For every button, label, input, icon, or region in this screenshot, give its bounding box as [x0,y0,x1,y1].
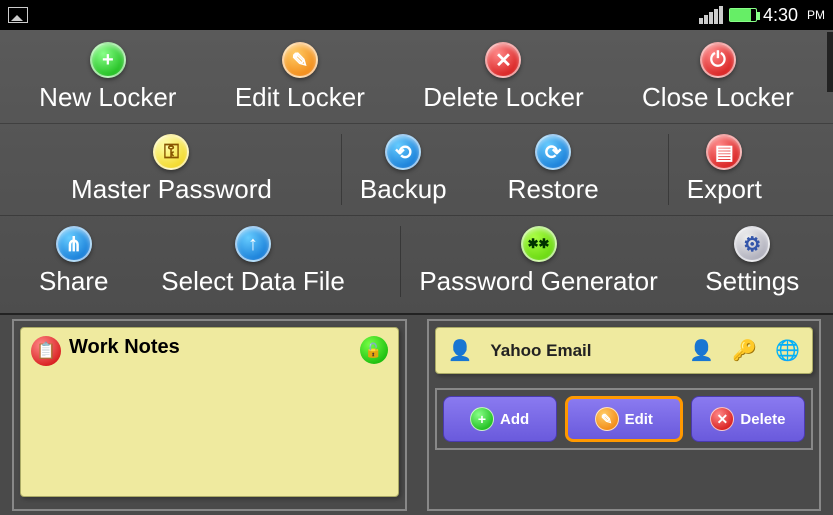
battery-icon [729,8,757,22]
person-icon: 👤 [689,338,714,363]
account-icon: 👤 [448,338,473,363]
pencil-icon: ✎ [282,42,318,78]
menu-label: Settings [705,266,799,297]
menu-label: Share [39,266,108,297]
menu-row-2: ⚿ Master Password ⟲ Backup ⟳ Restore ▤ E… [0,123,833,209]
unlock-icon: 🔓 [360,336,388,364]
button-label: Add [500,411,529,428]
settings-button[interactable]: ⚙ Settings [705,226,799,297]
note-card-work-notes[interactable]: 📋 Work Notes 🔓 [20,327,399,497]
accent-bar [827,32,833,92]
lock-stars-icon: ✱✱ [521,226,557,262]
key-icon: 🔑 [732,338,757,363]
close-locker-button[interactable]: ⏻ Close Locker [642,42,794,113]
menu-row-1: + New Locker ✎ Edit Locker ✕ Delete Lock… [0,38,833,117]
picture-icon [8,7,28,23]
account-button-bar: + Add ✎ Edit ✕ Delete [435,388,814,450]
gear-icon: ⚙ [734,226,770,262]
menu-label: Delete Locker [423,82,583,113]
menu-label: Master Password [71,174,272,205]
menu-panel: + New Locker ✎ Edit Locker ✕ Delete Lock… [0,30,833,315]
key-icon: ⚿ [153,134,189,170]
clock-period: PM [807,8,825,22]
share-button[interactable]: ⋔ Share [34,226,114,297]
master-password-button[interactable]: ⚿ Master Password [71,134,272,205]
up-arrow-icon: ↑ [235,226,271,262]
signal-icon [699,6,723,24]
plus-icon: + [470,407,494,431]
globe-icon: 🌐 [775,338,800,363]
button-label: Delete [740,411,785,428]
backup-icon: ⟲ [385,134,421,170]
notes-panel: 📋 Work Notes 🔓 [12,319,407,511]
restore-button[interactable]: ⟳ Restore [508,134,599,205]
add-button[interactable]: + Add [443,396,557,442]
x-icon: ✕ [710,407,734,431]
pencil-icon: ✎ [595,407,619,431]
note-title: Work Notes [69,336,180,359]
delete-button[interactable]: ✕ Delete [691,396,805,442]
clipboard-icon: 📋 [31,336,61,366]
restore-icon: ⟳ [535,134,571,170]
menu-label: Restore [508,174,599,205]
account-card-yahoo[interactable]: 👤 Yahoo Email 👤 🔑 🌐 [435,327,814,374]
status-bar: 4:30 PM [0,0,833,30]
menu-label: Password Generator [419,266,657,297]
menu-label: Edit Locker [235,82,365,113]
export-icon: ▤ [706,134,742,170]
menu-row-3: ⋔ Share ↑ Select Data File ✱✱ Password G… [0,215,833,301]
menu-label: New Locker [39,82,176,113]
new-locker-button[interactable]: + New Locker [39,42,176,113]
password-generator-button[interactable]: ✱✱ Password Generator [400,226,657,297]
clock-time: 4:30 [763,5,798,26]
select-data-file-button[interactable]: ↑ Select Data File [161,226,345,297]
menu-label: Close Locker [642,82,794,113]
content-area: 📋 Work Notes 🔓 👤 Yahoo Email 👤 🔑 🌐 + Add… [0,315,833,515]
backup-button[interactable]: ⟲ Backup [341,134,447,205]
button-label: Edit [625,411,653,428]
edit-locker-button[interactable]: ✎ Edit Locker [235,42,365,113]
power-icon: ⏻ [700,42,736,78]
export-button[interactable]: ▤ Export [668,134,762,205]
accounts-panel: 👤 Yahoo Email 👤 🔑 🌐 + Add ✎ Edit ✕ Delet… [427,319,822,511]
menu-label: Export [687,174,762,205]
share-icon: ⋔ [56,226,92,262]
delete-locker-button[interactable]: ✕ Delete Locker [423,42,583,113]
x-icon: ✕ [485,42,521,78]
edit-button[interactable]: ✎ Edit [565,396,683,442]
menu-label: Select Data File [161,266,345,297]
menu-label: Backup [360,174,447,205]
plus-icon: + [90,42,126,78]
account-name: Yahoo Email [490,341,591,361]
